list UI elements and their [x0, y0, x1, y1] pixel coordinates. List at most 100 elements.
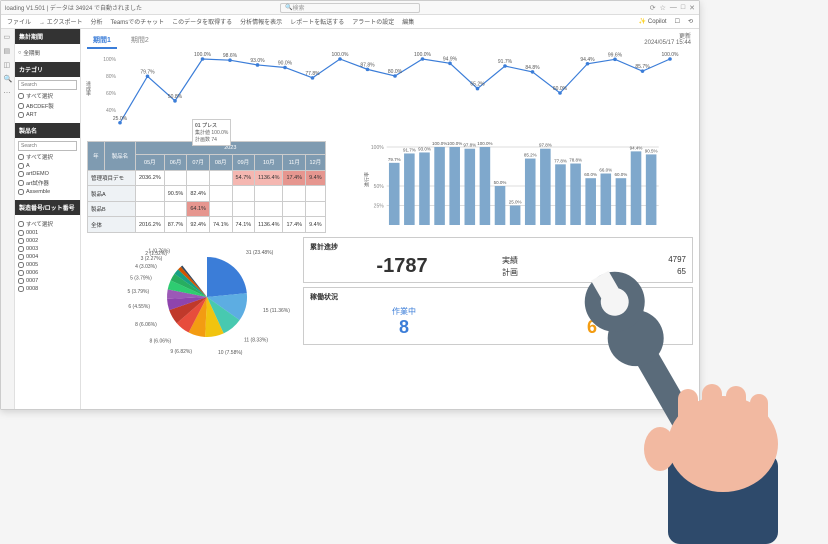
reset-icon[interactable]: ⟲ — [688, 18, 693, 25]
tab-period1[interactable]: 期間1 — [87, 33, 117, 49]
updated-stamp: 更新 2024/05/17 15:44 — [644, 31, 691, 46]
titlebar: loading V1.501 | データは 34924 で自動されました 🔍 検… — [1, 1, 699, 15]
lot-label: 0004 — [26, 254, 38, 260]
star-icon[interactable]: ☆ — [660, 4, 666, 12]
svg-text:50.0%: 50.0% — [493, 180, 506, 185]
menu-teams[interactable]: Teamsでのチャット — [111, 17, 165, 26]
svg-text:100.0%: 100.0% — [432, 141, 447, 146]
bar-chart: 25%50%100%進行率79.7%91.7%93.0%100.0%100.0%… — [332, 141, 693, 233]
bookmark-icon[interactable]: ☐ — [675, 18, 680, 25]
rail-search-icon[interactable]: 🔍 — [4, 75, 12, 83]
svg-text:31 (23.48%): 31 (23.48%) — [246, 250, 274, 256]
kpi-cards: 累計進捗 -1787 実績4797 計画65 稼働状況 作業中8 — [303, 237, 693, 357]
svg-text:8 (6.06%): 8 (6.06%) — [149, 339, 171, 345]
svg-text:93.0%: 93.0% — [418, 146, 431, 151]
lot-checkbox[interactable] — [18, 230, 24, 236]
stopped-value: 6 — [500, 317, 684, 338]
svg-text:77.8%: 77.8% — [305, 71, 320, 77]
menu-file[interactable]: ファイル — [7, 17, 31, 26]
search-placeholder: 検索 — [292, 3, 304, 12]
cat-all-checkbox[interactable] — [18, 93, 24, 99]
app-info: loading V1.501 | データは 34924 で自動されました — [5, 3, 280, 12]
svg-text:50%: 50% — [373, 184, 384, 190]
svg-text:5 (3.79%): 5 (3.79%) — [130, 275, 152, 281]
prod-checkbox[interactable] — [18, 180, 24, 186]
cat-item-checkbox[interactable] — [18, 112, 24, 118]
menu-alert[interactable]: アラートの設定 — [352, 17, 394, 26]
svg-text:100.0%: 100.0% — [332, 52, 350, 58]
reload-icon[interactable]: ⟳ — [650, 4, 656, 12]
svg-text:100.0%: 100.0% — [414, 52, 432, 58]
svg-text:66.0%: 66.0% — [599, 168, 612, 173]
svg-text:50.8%: 50.8% — [168, 94, 183, 100]
lot-checkbox[interactable] — [18, 262, 24, 268]
svg-text:進行率: 進行率 — [363, 172, 370, 187]
prod-label: Assemble — [26, 189, 50, 195]
menu-forward[interactable]: レポートを転送する — [290, 17, 344, 26]
prod-label: A — [26, 163, 30, 169]
close-icon[interactable]: ✕ — [689, 4, 695, 12]
radio-icon[interactable]: ○ — [18, 50, 21, 56]
summary-table: 年製品名202305月06月07月08月09月10月11月12月管理項目デモ20… — [87, 141, 326, 233]
pie-chart: 31 (23.48%)15 (11.36%)11 (8.33%)10 (7.58… — [87, 237, 297, 357]
menu-edit[interactable]: 編集 — [402, 17, 414, 26]
svg-text:94.4%: 94.4% — [629, 145, 642, 150]
svg-text:60.0%: 60.0% — [584, 172, 597, 177]
prod-checkbox[interactable] — [18, 171, 24, 177]
tab-period2[interactable]: 期間2 — [125, 33, 155, 49]
prod-checkbox[interactable] — [18, 154, 24, 160]
svg-text:15 (11.36%): 15 (11.36%) — [263, 308, 290, 314]
svg-text:85.2%: 85.2% — [523, 153, 536, 158]
lot-checkbox[interactable] — [18, 221, 24, 227]
filter-period-header: 集計期間 — [15, 29, 80, 44]
global-search[interactable]: 🔍 検索 — [280, 3, 420, 13]
menu-getdata[interactable]: このデータを取得する — [172, 17, 232, 26]
copilot-label: Copilot — [648, 19, 667, 25]
status-title: 稼働状況 — [310, 292, 686, 302]
maximize-icon[interactable]: □ — [681, 4, 685, 12]
rail-page-icon[interactable]: ▭ — [4, 33, 12, 41]
legend-row: 集計値 100.0% — [195, 129, 228, 136]
menu-export-label: エクスポート — [47, 20, 83, 26]
svg-text:1 (0.76%): 1 (0.76%) — [148, 248, 170, 254]
menu-analysis[interactable]: 分析 — [91, 17, 103, 26]
filter-panel: 集計期間 ○全期間 カテゴリ すべて選択 ABCDEF製 ART 製品名 すべて… — [15, 29, 81, 409]
svg-text:94.4%: 94.4% — [580, 57, 595, 63]
svg-text:100.0%: 100.0% — [662, 52, 680, 58]
lot-checkbox[interactable] — [18, 278, 24, 284]
lot-checkbox[interactable] — [18, 238, 24, 244]
minimize-icon[interactable]: — — [670, 4, 677, 12]
menubar: ファイル → エクスポート 分析 Teamsでのチャット このデータを取得する … — [1, 15, 699, 29]
copilot-button[interactable]: ✨ Copilot — [639, 18, 667, 25]
app-window: loading V1.501 | データは 34924 で自動されました 🔍 検… — [0, 0, 700, 410]
rail-data-icon[interactable]: ▤ — [4, 47, 12, 55]
rail-more-icon[interactable]: ⋯ — [4, 89, 12, 97]
lot-label: 0007 — [26, 278, 38, 284]
progress-value: -1787 — [310, 255, 494, 278]
product-search[interactable] — [18, 141, 77, 151]
lot-checkbox[interactable] — [18, 270, 24, 276]
svg-text:100.0%: 100.0% — [447, 141, 462, 146]
menu-insights[interactable]: 分析情報を表示 — [240, 17, 282, 26]
svg-text:78.8%: 78.8% — [569, 158, 582, 163]
main-content: 更新 2024/05/17 15:44 期間1 期間2 達成率 40%60%80… — [81, 29, 699, 409]
lot-checkbox[interactable] — [18, 246, 24, 252]
svg-text:99.6%: 99.6% — [608, 52, 623, 58]
rail-model-icon[interactable]: ◫ — [4, 61, 12, 69]
lot-checkbox[interactable] — [18, 254, 24, 260]
line-chart: 達成率 40%60%80%100%25.0%79.7%50.8%100.0%98… — [87, 51, 693, 139]
svg-text:91.7%: 91.7% — [498, 59, 513, 65]
menu-export[interactable]: → エクスポート — [39, 17, 83, 26]
filter-allperiod[interactable]: 全期間 — [23, 49, 40, 57]
prod-label: art試作器 — [26, 179, 49, 187]
lot-checkbox[interactable] — [18, 286, 24, 292]
cat-item-checkbox[interactable] — [18, 103, 24, 109]
lot-label: 0006 — [26, 270, 38, 276]
svg-text:8 (6.06%): 8 (6.06%) — [135, 322, 157, 328]
prod-checkbox[interactable] — [18, 189, 24, 195]
line-ylabel: 達成率 — [85, 81, 92, 96]
filter-product-header: 製品名 — [15, 123, 80, 138]
category-search[interactable] — [18, 80, 77, 90]
svg-text:5 (3.79%): 5 (3.79%) — [127, 289, 149, 295]
prod-checkbox[interactable] — [18, 163, 24, 169]
